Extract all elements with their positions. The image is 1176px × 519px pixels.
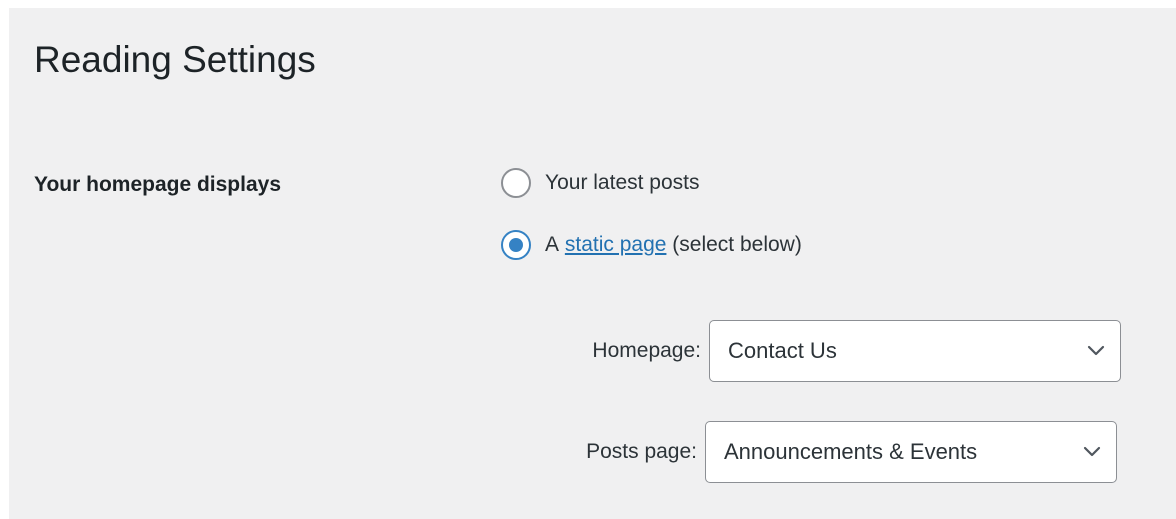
posts-page-select-row: Posts page: Announcements & Events: [541, 421, 1117, 483]
homepage-displays-label: Your homepage displays: [34, 173, 282, 196]
page-title: Reading Settings: [34, 39, 316, 80]
homepage-select-row: Homepage: Contact Us: [541, 320, 1121, 382]
settings-panel: Reading Settings Your homepage displays …: [9, 8, 1176, 519]
radio-unchecked-icon[interactable]: [501, 168, 531, 198]
homepage-select-label: Homepage:: [592, 339, 701, 362]
radio-static-page-suffix: (select below): [672, 233, 802, 256]
radio-latest-posts[interactable]: Your latest posts: [501, 168, 700, 198]
homepage-select[interactable]: Contact Us: [709, 320, 1121, 382]
chevron-down-icon: [1082, 442, 1102, 462]
chevron-down-icon: [1086, 341, 1106, 361]
posts-page-select-value: Announcements & Events: [724, 439, 978, 464]
radio-static-page-prefix: A: [545, 233, 560, 256]
posts-page-select[interactable]: Announcements & Events: [705, 421, 1117, 483]
static-page-link[interactable]: static page: [565, 233, 667, 257]
radio-dot-icon: [509, 238, 523, 252]
homepage-select-value: Contact Us: [728, 338, 837, 363]
radio-static-page[interactable]: A static page (select below): [501, 230, 802, 260]
radio-checked-icon[interactable]: [501, 230, 531, 260]
posts-page-select-label: Posts page:: [586, 440, 697, 463]
radio-latest-posts-label: Your latest posts: [545, 171, 700, 194]
